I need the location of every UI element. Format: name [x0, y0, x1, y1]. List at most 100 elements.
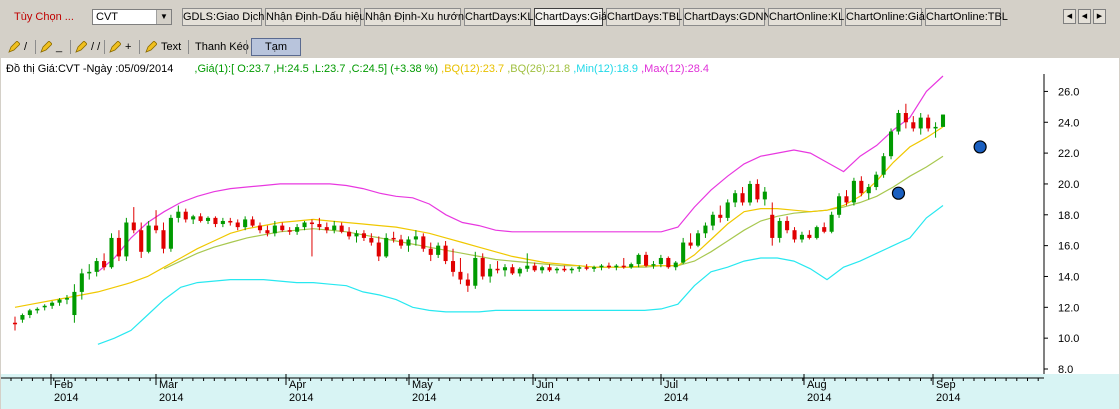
- candle-body: [562, 268, 567, 271]
- candle-body: [465, 279, 470, 286]
- x-tick-month: Jul: [664, 379, 678, 391]
- y-tick-label: 26.0: [1058, 86, 1079, 98]
- main-toolbar: Tùy Chọn ... CVT ▼ GDLS:Giao Dịch Nhận Đị…: [0, 0, 1120, 34]
- candle-body: [72, 291, 77, 316]
- candle-body: [918, 117, 923, 129]
- candle-body: [881, 156, 886, 175]
- toolbar-button-2[interactable]: Nhận Định-Xu hướng: [364, 8, 470, 26]
- candle-body: [814, 227, 819, 238]
- candle-body: [205, 217, 211, 221]
- pencil-icon: [75, 41, 87, 53]
- candle-body: [154, 225, 159, 231]
- toolbar-button-5[interactable]: ChartDays:TBL: [606, 8, 682, 26]
- draw-hline-tool[interactable]: _: [40, 39, 62, 55]
- candle-body: [643, 254, 649, 266]
- x-tick-year: 2014: [536, 392, 560, 404]
- candle-body: [228, 220, 233, 223]
- candle-body: [614, 265, 619, 268]
- candle-body: [532, 265, 537, 271]
- candle-body: [413, 236, 418, 240]
- candle-body: [399, 239, 404, 246]
- candle-body: [220, 220, 225, 225]
- x-tick-year: 2014: [664, 392, 688, 404]
- x-tick-month: Aug: [807, 379, 827, 391]
- candle-body: [347, 231, 352, 237]
- candle-body: [309, 222, 315, 225]
- bq26-line: [163, 155, 944, 270]
- candle-body: [785, 220, 790, 231]
- candle-body: [124, 222, 129, 257]
- y-tick-label: 22.0: [1058, 148, 1079, 160]
- candle-body: [146, 225, 151, 252]
- candle-body: [406, 239, 411, 246]
- candle-body: [673, 262, 678, 268]
- candle-body: [926, 117, 931, 129]
- candle-body: [747, 183, 753, 203]
- toolbar-button-6[interactable]: ChartDays:GDNN: [683, 8, 771, 26]
- draw-add-tool[interactable]: +: [109, 39, 131, 55]
- pause-tool[interactable]: Tạm Khóp: [251, 38, 301, 69]
- candle-body: [272, 225, 277, 234]
- candle-body: [525, 265, 530, 269]
- prev-page-icon[interactable]: ◀: [1078, 9, 1091, 24]
- candle-body: [777, 220, 782, 238]
- y-tick-label: 24.0: [1058, 117, 1079, 129]
- candle-body: [50, 302, 55, 306]
- drag-tool[interactable]: Thanh Kéo: [195, 39, 249, 55]
- candle-body: [688, 242, 693, 246]
- candle-body: [257, 225, 263, 231]
- candle-body: [540, 267, 545, 271]
- y-tick-label: 20.0: [1058, 179, 1079, 191]
- pencil-icon: [109, 41, 121, 53]
- first-page-icon[interactable]: ◀: [1063, 9, 1076, 24]
- candle-body: [903, 113, 908, 123]
- candle-body: [79, 273, 84, 292]
- draw-channel-tool[interactable]: / /: [75, 39, 100, 55]
- toolbar-button-1[interactable]: Nhận Định-Dấu hiệu: [265, 8, 366, 26]
- x-tick-month: Mar: [159, 379, 178, 391]
- candle-body: [822, 227, 827, 232]
- next-page-icon[interactable]: ▶: [1093, 9, 1106, 24]
- candle-body: [384, 237, 389, 257]
- y-tick-label: 14.0: [1058, 271, 1079, 283]
- y-tick-label: 10.0: [1058, 333, 1079, 345]
- candle-body: [866, 187, 871, 194]
- toolbar-button-3[interactable]: ChartDays:KL: [464, 8, 533, 26]
- bq12-line: [14, 126, 944, 308]
- toolbar-button-8[interactable]: ChartOnline:Giá: [845, 8, 925, 26]
- draw-line-tool[interactable]: /: [8, 39, 27, 55]
- candle-body: [837, 196, 842, 215]
- candle-body: [287, 230, 292, 232]
- price-chart[interactable]: Đồ thị Giá:CVT -Ngày :05/09/2014 ,Giá(1)…: [1, 58, 1119, 409]
- candle-body: [42, 305, 47, 308]
- candle-body: [933, 126, 938, 129]
- candle-body: [740, 193, 745, 203]
- x-tick-year: 2014: [54, 392, 78, 404]
- min12-line: [97, 205, 944, 345]
- candle-body: [109, 237, 114, 268]
- toolbar-button-0[interactable]: GDLS:Giao Dịch: [182, 8, 264, 26]
- candle-body: [302, 222, 307, 228]
- x-tick-month: Sep: [936, 379, 956, 391]
- candle-body: [762, 191, 767, 200]
- candle-body: [718, 214, 723, 218]
- x-tick-year: 2014: [807, 392, 831, 404]
- candle-body: [844, 196, 849, 203]
- candle-body: [621, 265, 626, 268]
- candle-body: [733, 193, 738, 203]
- options-menu[interactable]: Tùy Chọn ...: [14, 11, 74, 23]
- signal-marker: [891, 186, 906, 200]
- text-tool[interactable]: Text: [145, 39, 181, 55]
- chevron-down-icon[interactable]: ▼: [156, 10, 171, 24]
- signal-marker: [973, 140, 987, 154]
- candle-body: [517, 268, 522, 274]
- toolbar-button-9[interactable]: ChartOnline:TBL: [925, 8, 1008, 26]
- candle-body: [361, 233, 366, 238]
- symbol-select[interactable]: CVT ▼: [92, 9, 172, 25]
- candle-body: [183, 211, 188, 220]
- toolbar-button-4[interactable]: ChartDays:Giá: [534, 8, 607, 26]
- x-tick-year: 2014: [936, 392, 960, 404]
- candle-body: [450, 261, 456, 272]
- toolbar-button-7[interactable]: ChartOnline:KL: [768, 8, 844, 26]
- pencil-icon: [145, 41, 157, 53]
